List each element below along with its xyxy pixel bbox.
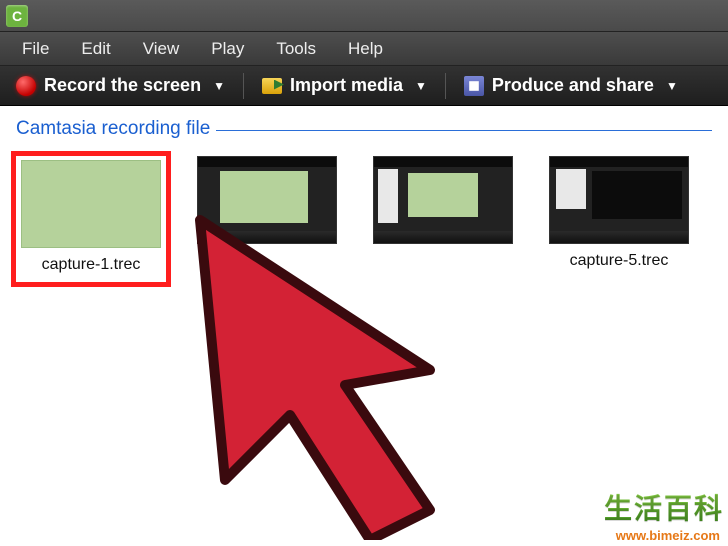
- file-item[interactable]: [368, 156, 518, 282]
- menu-file[interactable]: File: [8, 35, 63, 63]
- file-grid: capture-1.trec: [16, 156, 712, 282]
- content-area: Camtasia recording file capture-1.trec: [0, 106, 728, 282]
- folder-icon: [262, 78, 282, 94]
- chevron-down-icon: ▼: [213, 79, 225, 93]
- record-screen-button[interactable]: Record the screen ▼: [10, 71, 231, 100]
- record-icon: [16, 76, 36, 96]
- menu-tools[interactable]: Tools: [262, 35, 330, 63]
- titlebar: C: [0, 0, 728, 32]
- file-label: capture-5.trec: [570, 252, 669, 270]
- produce-icon: [464, 76, 484, 96]
- menubar: File Edit View Play Tools Help: [0, 32, 728, 66]
- file-thumbnail: [21, 160, 161, 248]
- produce-label: Produce and share: [492, 75, 654, 96]
- file-item[interactable]: [192, 156, 342, 282]
- toolbar: Record the screen ▼ Import media ▼ Produ…: [0, 66, 728, 106]
- section-title: Camtasia recording file: [16, 118, 216, 140]
- import-media-button[interactable]: Import media ▼: [256, 71, 433, 100]
- watermark: 生活百科 www.bimeiz.com: [604, 487, 724, 544]
- menu-view[interactable]: View: [129, 35, 194, 63]
- watermark-text: 生活百科: [604, 487, 724, 527]
- file-thumbnail: [197, 156, 337, 244]
- file-thumbnail: [549, 156, 689, 244]
- file-item[interactable]: capture-5.trec: [544, 156, 694, 282]
- menu-play[interactable]: Play: [197, 35, 258, 63]
- import-label: Import media: [290, 75, 403, 96]
- record-label: Record the screen: [44, 75, 201, 96]
- file-label: capture-1.trec: [42, 256, 141, 274]
- file-item[interactable]: capture-1.trec: [16, 156, 166, 282]
- separator: [243, 73, 244, 99]
- file-thumbnail: [373, 156, 513, 244]
- menu-edit[interactable]: Edit: [67, 35, 124, 63]
- menu-help[interactable]: Help: [334, 35, 397, 63]
- chevron-down-icon: ▼: [666, 79, 678, 93]
- produce-share-button[interactable]: Produce and share ▼: [458, 71, 684, 100]
- chevron-down-icon: ▼: [415, 79, 427, 93]
- app-icon: C: [6, 5, 28, 27]
- watermark-url: www.bimeiz.com: [604, 527, 724, 544]
- separator: [445, 73, 446, 99]
